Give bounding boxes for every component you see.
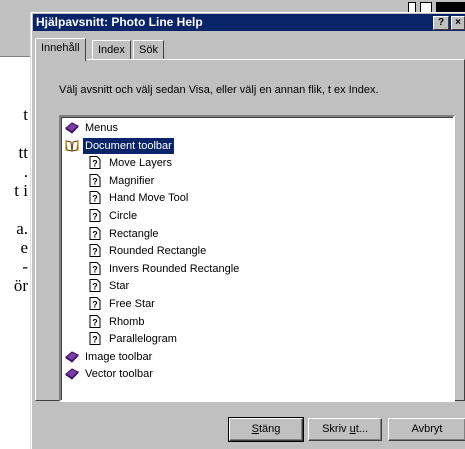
help-page-icon: ? <box>89 261 102 275</box>
svg-text:?: ? <box>92 159 98 169</box>
help-page-icon: ? <box>89 314 102 328</box>
dialog-title: Hjälpavsnitt: Photo Line Help <box>36 15 203 29</box>
help-page-icon: ? <box>89 332 102 346</box>
svg-text:?: ? <box>92 317 98 327</box>
tree-item-label: Rounded Rectangle <box>109 245 207 258</box>
help-dialog: Hjälpavsnitt: Photo Line Help ? × Innehå… <box>30 12 465 449</box>
book-closed-icon <box>65 350 79 363</box>
help-page-icon: ? <box>89 279 102 293</box>
tab-innehall[interactable]: Innehåll <box>35 38 86 61</box>
help-page-icon: ? <box>89 209 102 222</box>
tree-item-label: Rectangle <box>109 227 159 240</box>
book-open-icon <box>65 139 79 152</box>
help-icon[interactable]: ? <box>433 16 449 30</box>
close-icon[interactable]: × <box>451 16 465 30</box>
help-page-icon: ? <box>89 173 102 187</box>
svg-text:?: ? <box>92 335 98 345</box>
book-closed-icon <box>65 121 79 134</box>
background-text-line: - <box>22 257 28 276</box>
tree-item-label: Move Layers <box>109 157 172 170</box>
tree-item-label: Magnifier <box>109 174 155 187</box>
svg-text:?: ? <box>92 176 98 186</box>
tab-sok[interactable]: Sök <box>133 40 164 60</box>
book-closed-icon <box>65 367 79 381</box>
background-top-strip <box>400 0 465 13</box>
tab-index[interactable]: Index <box>92 40 131 60</box>
background-text-line <box>0 200 30 219</box>
contents-tree[interactable]: Menus Document toolbar? Move Layers? Magnif… <box>59 115 455 402</box>
instruction-text: Välj avsnitt och välj sedan Visa, eller … <box>59 84 379 96</box>
svg-text:?: ? <box>92 212 98 222</box>
background-text-line: tt <box>18 143 28 162</box>
svg-text:?: ? <box>92 229 98 239</box>
background-text-line: e <box>20 238 28 257</box>
tree-item-label: Vector toolbar <box>85 368 153 381</box>
background-text-line: t i <box>14 181 28 200</box>
help-page-icon: ? <box>89 156 102 170</box>
tree-item-label: Invers Rounded Rectangle <box>109 262 240 275</box>
tree-item-label: Hand Move Tool <box>109 192 189 205</box>
cancel-button[interactable]: Avbryt <box>388 418 465 441</box>
tree-item-label: Circle <box>109 210 138 222</box>
tree-item-label: Menus <box>85 122 119 134</box>
svg-text:?: ? <box>92 264 98 274</box>
tree-item-label: Rhomb <box>109 315 145 328</box>
help-page-icon: ? <box>89 297 102 310</box>
close-button[interactable]: Stäng <box>228 417 304 442</box>
background-toolbar <box>0 0 30 57</box>
tree-item-label: Document toolbar <box>83 137 174 154</box>
svg-text:?: ? <box>92 194 98 204</box>
tree-item-label: Star <box>109 280 130 293</box>
background-text-line: t <box>23 105 28 124</box>
tree-item-label: Image toolbar <box>85 350 153 363</box>
print-button[interactable]: Skriv ut... <box>308 418 382 441</box>
tree-item-label: Free Star <box>109 298 155 310</box>
background-text-line: . <box>23 162 28 181</box>
svg-text:?: ? <box>92 300 98 310</box>
background-text-line <box>0 124 30 143</box>
help-page-icon: ? <box>89 191 102 205</box>
tree-item-label: Parallelogram <box>109 333 177 346</box>
background-document-text: t tt. t i a. e - ör <box>0 105 30 295</box>
svg-text:?: ? <box>92 247 98 257</box>
background-text-line: ör <box>13 276 28 295</box>
svg-text:?: ? <box>92 282 98 292</box>
background-text-line: a. <box>16 219 28 238</box>
title-bar[interactable]: Hjälpavsnitt: Photo Line Help ? × <box>33 14 465 31</box>
help-page-icon: ? <box>89 226 102 240</box>
help-page-icon: ? <box>89 244 102 258</box>
